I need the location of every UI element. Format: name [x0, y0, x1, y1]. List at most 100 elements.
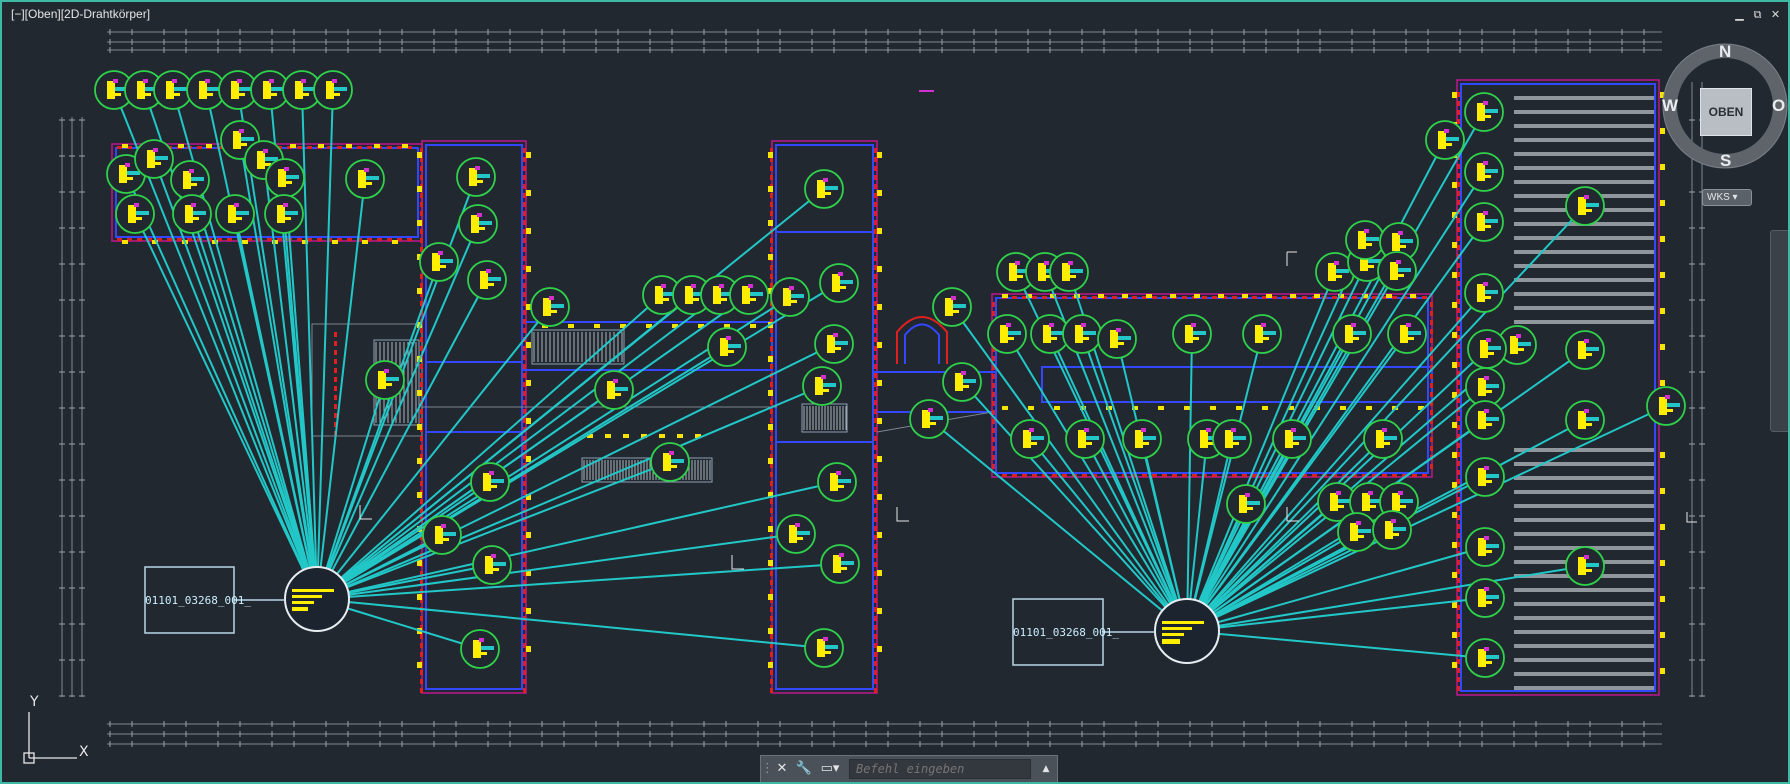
- yellow-marker: [768, 356, 773, 362]
- wall-mark: [1382, 474, 1387, 477]
- history-toggle-icon[interactable]: ▲: [1035, 757, 1057, 781]
- wall-mark: [334, 377, 337, 382]
- wrench-icon[interactable]: 🔧: [793, 757, 815, 781]
- wall-mark: [1457, 92, 1460, 97]
- wall-mark: [1457, 569, 1460, 574]
- wall-mark: [1457, 641, 1460, 646]
- wall-mark: [1162, 296, 1167, 299]
- yellow-marker: [877, 342, 882, 348]
- wall-mark: [523, 346, 526, 351]
- wing-bar: [1514, 462, 1654, 466]
- yellow-marker: [1290, 294, 1296, 298]
- wall-mark: [523, 553, 526, 558]
- wall-mark: [874, 589, 877, 594]
- yellow-marker: [1660, 272, 1665, 278]
- wall-mark: [523, 166, 526, 171]
- compass-east[interactable]: O: [1772, 96, 1785, 116]
- device-symbol: [1372, 510, 1412, 550]
- device-symbol: [817, 462, 857, 502]
- yellow-marker: [877, 304, 882, 310]
- yellow-marker: [768, 186, 773, 192]
- compass-north[interactable]: N: [1719, 42, 1731, 62]
- yellow-marker: [1452, 662, 1457, 668]
- device-symbol: [1467, 329, 1507, 369]
- wall-mark: [1430, 437, 1433, 442]
- prompt-icon[interactable]: ▭▾: [815, 757, 845, 781]
- wall-mark: [874, 373, 877, 378]
- leader-line: [951, 306, 1188, 632]
- device-symbol: [170, 160, 210, 200]
- wall-mark: [523, 229, 526, 234]
- device-symbol: [1464, 152, 1504, 192]
- wall-mark: [1252, 296, 1257, 299]
- wall-mark: [307, 146, 312, 149]
- wall-mark: [420, 616, 423, 621]
- wing-bar: [1514, 616, 1654, 620]
- device-symbol: [1465, 638, 1505, 678]
- wall-mark: [1182, 296, 1187, 299]
- drawing-viewport[interactable]: [−][Oben][2D-Drahtkörper] ▁ ⧉ ✕ N S W O …: [0, 0, 1790, 784]
- wall-mark: [1162, 474, 1167, 477]
- yellow-marker: [346, 144, 352, 148]
- wall-mark: [874, 688, 877, 693]
- wall-mark: [874, 481, 877, 486]
- compass-west[interactable]: W: [1662, 96, 1678, 116]
- device-symbol: [1062, 314, 1102, 354]
- wall-mark: [1430, 356, 1433, 361]
- yellow-marker: [1452, 512, 1457, 518]
- yellow-marker: [1002, 294, 1008, 298]
- wall-mark: [137, 238, 142, 241]
- leader-line: [961, 381, 1188, 632]
- navigation-bar[interactable]: [1770, 230, 1788, 432]
- device-symbol: [1212, 419, 1252, 459]
- device-symbol: [1464, 202, 1504, 242]
- viewcube-face[interactable]: OBEN: [1700, 88, 1752, 136]
- wall-mark: [227, 238, 232, 241]
- wing-bar: [1514, 630, 1654, 634]
- wall-mark: [1012, 296, 1017, 299]
- yellow-marker: [242, 240, 248, 244]
- wall-mark: [1457, 443, 1460, 448]
- yellow-marker: [1452, 302, 1457, 308]
- device-symbol: [1337, 512, 1377, 552]
- device-symbol: [820, 544, 860, 584]
- wall-mark: [523, 220, 526, 225]
- wall-mark: [523, 670, 526, 675]
- wcs-menu[interactable]: WKS ▾: [1702, 189, 1752, 206]
- compass-south[interactable]: S: [1720, 151, 1731, 171]
- wall-mark: [267, 238, 272, 241]
- wall-mark: [117, 146, 122, 149]
- wall-mark: [1412, 474, 1417, 477]
- wall-mark: [407, 238, 412, 241]
- wall-mark: [770, 517, 773, 522]
- grip-icon[interactable]: ⋮: [761, 757, 774, 781]
- wall-mark: [420, 634, 423, 639]
- wall-mark: [334, 350, 337, 355]
- device-symbol: [932, 287, 972, 327]
- wall-mark: [874, 391, 877, 396]
- yellow-marker: [1170, 294, 1176, 298]
- wall-mark: [770, 481, 773, 486]
- wall-mark: [874, 544, 877, 549]
- wall-mark: [523, 301, 526, 306]
- close-icon[interactable]: ✕: [771, 757, 793, 781]
- wall-mark: [523, 238, 526, 243]
- wall-mark: [874, 184, 877, 189]
- wing-bar: [1514, 532, 1654, 536]
- wall-mark: [1062, 474, 1067, 477]
- yellow-marker: [1386, 294, 1392, 298]
- wall-mark: [992, 464, 995, 469]
- wall-mark: [770, 193, 773, 198]
- yellow-marker: [1660, 380, 1665, 386]
- wall-mark: [770, 580, 773, 585]
- wall-mark: [874, 247, 877, 252]
- yellow-marker: [1660, 560, 1665, 566]
- device-symbol: [1332, 314, 1372, 354]
- wall-mark: [420, 643, 423, 648]
- yellow-marker: [768, 220, 773, 226]
- device-symbol: [776, 514, 816, 554]
- yellow-marker: [768, 662, 773, 668]
- wall-mark: [874, 580, 877, 585]
- cad-drawing[interactable]: [2, 2, 1790, 784]
- command-input[interactable]: [849, 759, 1031, 779]
